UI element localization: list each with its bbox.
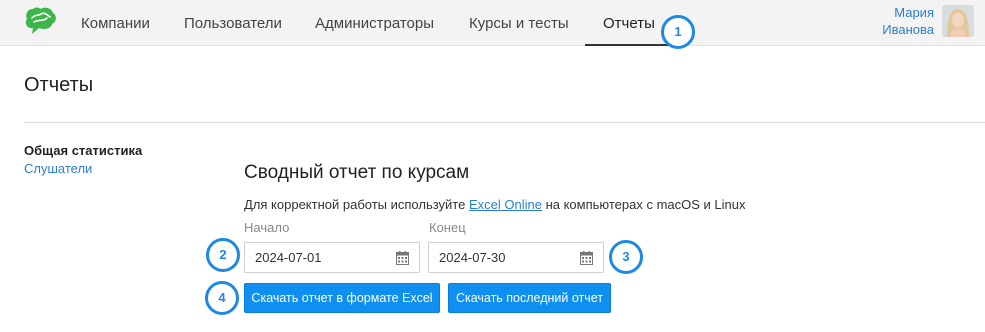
end-date-input[interactable] [439,250,569,265]
user-name[interactable]: Мария Иванова [860,4,934,38]
nav-users[interactable]: Пользователи [184,15,282,32]
report-title: Сводный отчет по курсам [244,162,470,183]
active-tab-indicator [585,44,671,46]
page-title: Отчеты [24,74,94,96]
excel-online-link[interactable]: Excel Online [469,197,542,212]
top-navigation-bar: Компании Пользователи Администраторы Кур… [0,0,985,46]
annotation-marker-2: 2 [206,238,240,272]
divider [24,122,985,123]
sidebar-item-listeners[interactable]: Слушатели [24,161,92,176]
avatar[interactable] [942,5,974,37]
start-date-label: Начало [244,220,290,235]
calendar-icon[interactable] [396,251,409,265]
start-date-input[interactable] [255,250,385,265]
sidebar-item-general-statistics[interactable]: Общая статистика [24,143,142,158]
user-last-name[interactable]: Иванова [860,21,934,38]
download-excel-report-button[interactable]: Скачать отчет в формате Excel [244,283,440,313]
note-prefix: Для корректной работы используйте [244,197,469,212]
nav-companies[interactable]: Компании [81,15,150,32]
annotation-marker-3: 3 [609,240,643,274]
annotation-marker-1: 1 [661,15,695,49]
nav-courses-tests[interactable]: Курсы и тесты [469,15,569,32]
compatibility-note: Для корректной работы используйте Excel … [244,197,746,212]
end-date-field[interactable] [428,242,604,273]
note-suffix: на компьютерах с macOS и Linux [541,197,746,212]
nav-reports[interactable]: Отчеты [603,15,655,32]
end-date-label: Конец [429,220,466,235]
download-last-report-button[interactable]: Скачать последний отчет [448,283,611,313]
start-date-field[interactable] [244,242,420,273]
user-avatar-icon [942,5,974,37]
annotation-marker-4: 4 [205,281,239,315]
user-first-name[interactable]: Мария [860,4,934,21]
brain-logo-icon[interactable] [24,6,58,36]
nav-administrators[interactable]: Администраторы [315,15,434,32]
calendar-icon[interactable] [580,251,593,265]
